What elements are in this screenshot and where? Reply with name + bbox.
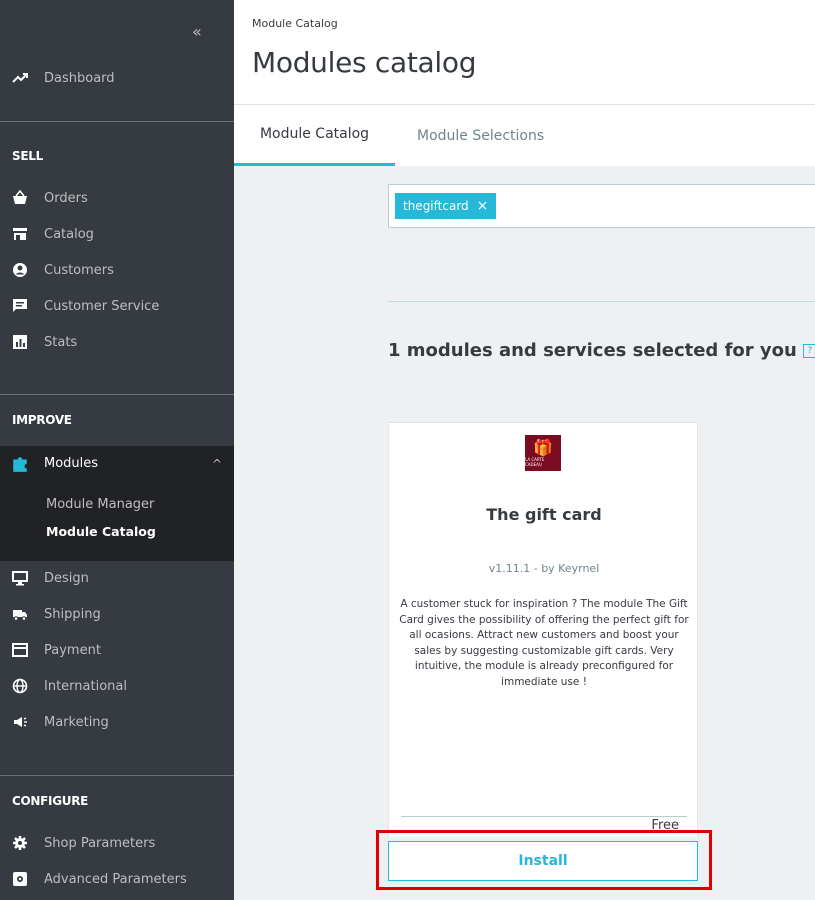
section-title-improve: IMPROVE <box>12 413 72 427</box>
submenu-item-module-catalog[interactable]: Module Catalog <box>46 524 156 539</box>
basket-icon <box>11 189 29 207</box>
truck-icon <box>11 605 29 623</box>
results-heading: 1 modules and services selected for you? <box>388 340 815 361</box>
card-divider <box>401 816 687 817</box>
sidebar-item-customers[interactable]: Customers <box>0 255 234 285</box>
sidebar-item-label: Shipping <box>44 606 101 622</box>
sidebar-item-label: Customers <box>44 262 114 278</box>
trending-up-icon <box>11 69 29 87</box>
gear-icon <box>11 834 29 852</box>
breadcrumb[interactable]: Module Catalog <box>252 17 338 30</box>
section-title-configure: CONFIGURE <box>12 794 89 808</box>
sidebar-item-label: Marketing <box>44 714 109 730</box>
account-circle-icon <box>11 261 29 279</box>
tab-label: Module Selections <box>417 127 545 144</box>
install-button[interactable]: Install <box>388 841 698 881</box>
module-card: 🎁 LA CARTE CADEAU The gift card v1.11.1 … <box>388 422 698 837</box>
help-icon[interactable]: ? <box>802 344 815 358</box>
tab-bar: Module Catalog Module Selections <box>234 104 815 166</box>
sidebar-item-dashboard[interactable]: Dashboard <box>0 63 234 93</box>
page-title: Modules catalog <box>252 46 477 79</box>
module-logo-text: LA CARTE CADEAU <box>525 457 545 467</box>
sidebar-item-label: International <box>44 678 127 694</box>
globe-icon <box>11 677 29 695</box>
submenu-item-module-manager[interactable]: Module Manager <box>46 497 154 512</box>
search-tag: thegiftcard × <box>395 193 497 219</box>
module-price: Free <box>651 818 679 833</box>
settings-applications-icon <box>11 870 29 888</box>
remove-tag-icon[interactable]: × <box>477 198 489 214</box>
collapse-sidebar-button[interactable]: « <box>192 22 202 41</box>
sidebar-item-label: Stats <box>44 334 78 350</box>
store-icon <box>11 225 29 243</box>
results-heading-text: 1 modules and services selected for you <box>388 340 797 361</box>
module-search-input[interactable]: thegiftcard × <box>388 184 815 228</box>
sidebar-item-label: Orders <box>44 190 88 206</box>
sidebar-item-label: Dashboard <box>44 70 115 86</box>
sidebar-item-shipping[interactable]: Shipping <box>0 599 234 629</box>
sidebar-item-label: Customer Service <box>44 298 160 314</box>
chat-icon <box>11 297 29 315</box>
tab-module-catalog[interactable]: Module Catalog <box>234 105 395 166</box>
divider <box>388 301 815 302</box>
sidebar-item-catalog[interactable]: Catalog <box>0 219 234 249</box>
gift-icon: 🎁 <box>533 438 553 457</box>
sidebar-divider <box>0 121 234 122</box>
sidebar-item-label: Modules <box>44 456 99 471</box>
sidebar-item-shop-parameters[interactable]: Shop Parameters <box>0 828 234 858</box>
credit-card-icon <box>11 641 29 659</box>
sidebar-item-payment[interactable]: Payment <box>0 635 234 665</box>
search-tag-label: thegiftcard <box>403 199 469 213</box>
sidebar-item-modules[interactable]: Modules ^ <box>0 446 234 481</box>
sidebar-item-label: Advanced Parameters <box>44 871 187 887</box>
sidebar-divider <box>0 394 234 395</box>
sidebar-item-design[interactable]: Design <box>0 563 234 593</box>
sidebar: « Dashboard SELL Orders Catalog Customer… <box>0 0 234 900</box>
sidebar-divider <box>0 775 234 776</box>
sidebar-item-marketing[interactable]: Marketing <box>0 707 234 737</box>
sidebar-item-customer-service[interactable]: Customer Service <box>0 291 234 321</box>
megaphone-icon <box>11 713 29 731</box>
sidebar-item-label: Shop Parameters <box>44 835 156 851</box>
module-version: v1.11.1 - by Keyrnel <box>488 562 600 575</box>
sidebar-item-stats[interactable]: Stats <box>0 327 234 357</box>
desktop-icon <box>11 569 29 587</box>
section-title-sell: SELL <box>12 149 43 163</box>
sidebar-item-international[interactable]: International <box>0 671 234 701</box>
sidebar-item-label: Catalog <box>44 226 94 242</box>
sidebar-item-advanced-parameters[interactable]: Advanced Parameters <box>0 864 234 894</box>
module-name[interactable]: The gift card <box>389 505 699 524</box>
modules-submenu: Module Manager Module Catalog <box>0 481 234 561</box>
tab-label: Module Catalog <box>259 126 370 142</box>
bar-chart-icon <box>11 333 29 351</box>
puzzle-icon <box>11 455 29 473</box>
page-header: Module Catalog Modules catalog <box>234 0 815 104</box>
tab-module-selections[interactable]: Module Selections <box>417 105 544 166</box>
sidebar-item-label: Design <box>44 570 89 586</box>
module-logo: 🎁 LA CARTE CADEAU <box>525 435 561 471</box>
sidebar-item-label: Payment <box>44 642 101 658</box>
module-description: A customer stuck for inspiration ? The m… <box>399 598 689 688</box>
sidebar-item-orders[interactable]: Orders <box>0 183 234 213</box>
chevron-up-icon[interactable]: ^ <box>212 457 222 471</box>
